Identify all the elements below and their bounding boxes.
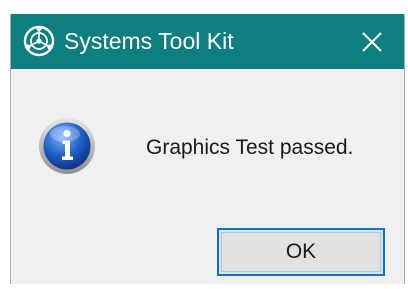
message-dialog: Systems Tool Kit Graphics Test passed. O… — [10, 14, 405, 284]
information-icon — [38, 117, 96, 175]
window-title: Systems Tool Kit — [64, 28, 234, 54]
ok-button-label: OK — [285, 240, 317, 263]
stk-globe-icon — [23, 25, 55, 57]
ok-button[interactable]: OK — [217, 228, 385, 276]
close-icon — [362, 31, 382, 52]
close-button[interactable] — [340, 14, 404, 69]
button-bar: OK — [11, 204, 404, 284]
title-bar: Systems Tool Kit — [11, 14, 404, 69]
message-text: Graphics Test passed. — [146, 136, 354, 159]
